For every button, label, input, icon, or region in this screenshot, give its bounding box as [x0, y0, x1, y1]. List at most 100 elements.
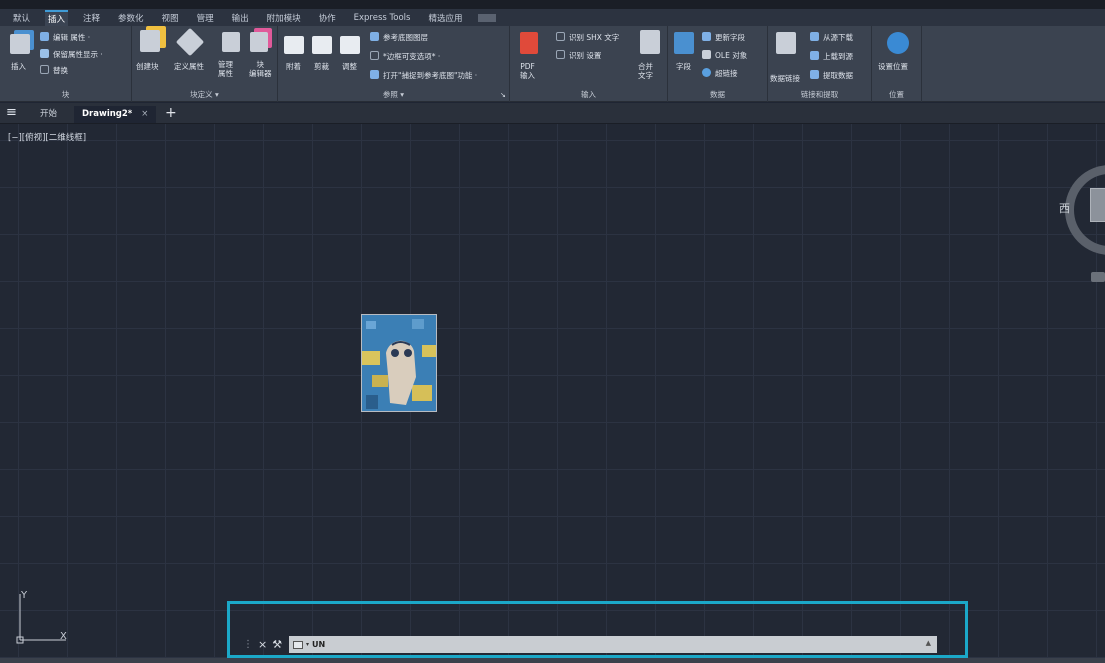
drawing-canvas[interactable] — [0, 124, 1105, 663]
command-line-tools: ⋮ × ⚒ — [243, 635, 289, 654]
panel-launcher-icon[interactable]: ↘ — [500, 91, 506, 100]
tab-insert[interactable]: 插入 — [45, 9, 69, 26]
retain-attr-icon — [40, 49, 49, 58]
download-from-source-button[interactable]: 从源下载 — [823, 33, 853, 42]
tab-view[interactable]: 视图 — [159, 11, 182, 25]
tab-featured-apps[interactable]: 精选应用 — [425, 11, 465, 25]
data-link-button[interactable]: 数据链接 — [770, 74, 800, 83]
ole-object-button[interactable]: OLE 对象 — [715, 51, 747, 60]
tab-addins[interactable]: 附加模块 — [264, 11, 304, 25]
define-attribute-button[interactable]: 定义属性 — [174, 62, 204, 71]
adjust-button[interactable]: 调整 — [342, 62, 357, 71]
hyperlink-button[interactable]: 超链接 — [715, 69, 738, 78]
upload-icon — [810, 51, 819, 60]
underlay-layers-button[interactable]: 参考底图图层 — [383, 33, 428, 42]
clip-button[interactable]: 剪裁 — [314, 62, 329, 71]
edit-attr-icon — [40, 32, 49, 41]
manage-attribute-icon — [222, 32, 240, 52]
extract-data-button[interactable]: 提取数据 — [823, 71, 853, 80]
insert-button[interactable]: 插入 — [11, 62, 26, 71]
recent-commands-icon[interactable] — [293, 640, 303, 649]
ole-object-icon — [702, 50, 711, 59]
globe-icon — [887, 32, 909, 54]
navigation-bar-icon[interactable] — [1091, 272, 1105, 282]
edit-attribute-button[interactable]: 编辑 属性 · — [53, 33, 90, 42]
attached-raster-image[interactable] — [361, 314, 437, 412]
viewcube-face[interactable] — [1090, 188, 1105, 222]
panel-import: PDF 输入 识别 SHX 文字 识别 设置 合并 文字 输入 — [510, 26, 668, 102]
panel-title-location: 位置 — [889, 90, 904, 99]
panel-title-linking: 链接和提取 — [800, 90, 839, 99]
update-fields-button[interactable]: 更新字段 — [715, 33, 745, 42]
command-input-value[interactable]: UN — [312, 640, 325, 649]
panel-title-block: 块 — [61, 90, 70, 99]
adjust-icon — [340, 36, 360, 54]
snap-underlay-icon — [370, 70, 379, 79]
combine-text-icon — [640, 30, 660, 54]
attach-button[interactable]: 附着 — [286, 62, 301, 71]
recognize-shx-icon — [556, 32, 565, 41]
field-button[interactable]: 字段 — [676, 62, 691, 71]
data-link-icon — [776, 32, 796, 54]
manage-attributes-button[interactable]: 管理 属性 — [218, 60, 233, 78]
tab-manage[interactable]: 管理 — [194, 11, 217, 25]
create-block-button[interactable]: 创建块 — [136, 62, 159, 71]
insert-block-icon[interactable] — [10, 34, 30, 54]
panel-data: 字段 更新字段 OLE 对象 超链接 数据 — [668, 26, 768, 102]
panel-block: 插入 编辑 属性 · 保留属性显示 · 替换 块 — [0, 26, 132, 102]
panel-reference: 附着 剪裁 调整 参考底图图层 *边框可变选项* · 打开"捕捉到参考底图"功能… — [278, 26, 510, 102]
command-line: ⋮ × ⚒ ▾ UN ▲ — [243, 635, 937, 654]
tab-default[interactable]: 默认 — [10, 11, 33, 25]
dropdown-arrow-icon[interactable]: ▾ — [306, 641, 309, 648]
block-editor-button[interactable]: 块编辑器 — [249, 60, 272, 78]
drag-handle-icon[interactable]: ⋮ — [243, 639, 253, 650]
pdf-import-icon — [520, 32, 538, 54]
panel-title-reference: 参照 ▾ — [382, 90, 405, 99]
extract-data-icon — [810, 70, 819, 79]
tab-output[interactable]: 输出 — [229, 11, 252, 25]
tab-drawing2[interactable]: Drawing2* × — [74, 106, 157, 123]
retain-attribute-display-button[interactable]: 保留属性显示 · — [53, 50, 103, 59]
tab-start[interactable]: 开始 — [40, 106, 57, 123]
frame-vary-dropdown[interactable]: *边框可变选项* · — [383, 52, 440, 61]
title-strip — [0, 0, 1105, 9]
attach-icon — [284, 36, 304, 54]
panel-block-definition: 创建块 定义属性 管理 属性 块编辑器 块定义 ▾ — [132, 26, 278, 102]
snap-to-underlay-dropdown[interactable]: 打开"捕捉到参考底图"功能 · — [383, 71, 477, 80]
panel-title-data: 数据 — [710, 90, 725, 99]
hamburger-menu-icon[interactable]: ≡ — [6, 106, 20, 120]
close-command-line-icon[interactable]: × — [258, 638, 267, 651]
customize-wrench-icon[interactable]: ⚒ — [272, 638, 282, 651]
ribbon-panel-area: 插入 编辑 属性 · 保留属性显示 · 替换 块 创建块 定义属性 管理 属性 块… — [0, 26, 1105, 102]
tab-express-tools[interactable]: Express Tools — [351, 12, 414, 24]
upload-to-source-button[interactable]: 上载到源 — [823, 52, 853, 61]
hyperlink-icon — [702, 68, 711, 77]
ucs-y-label: Y — [20, 590, 28, 601]
tab-annotate[interactable]: 注释 — [80, 11, 103, 25]
block-editor-icon — [250, 32, 268, 52]
combine-text-button[interactable]: 合并 文字 — [638, 62, 653, 80]
replace-icon — [40, 65, 49, 74]
underlay-layers-icon — [370, 32, 379, 41]
expand-history-icon[interactable]: ▲ — [926, 639, 931, 647]
panel-title-block-definition: 块定义 ▾ — [190, 90, 219, 99]
recognize-shx-button[interactable]: 识别 SHX 文字 — [569, 33, 619, 42]
pdf-import-button[interactable]: PDF 输入 — [520, 62, 535, 80]
viewcube-west-label[interactable]: 西 — [1059, 200, 1070, 216]
panel-location: 设置位置 位置 — [872, 26, 922, 102]
viewport-controls-label[interactable]: [−][俯视][二维线框] — [8, 131, 86, 143]
add-tab-icon[interactable]: + — [165, 106, 177, 123]
tab-parametric[interactable]: 参数化 — [115, 11, 147, 25]
create-block-icon — [140, 30, 160, 52]
ucs-icon: Y X — [16, 590, 67, 644]
file-tab-bar: ≡ 开始 Drawing2* × + — [0, 103, 1105, 124]
recognize-settings-button[interactable]: 识别 设置 — [569, 51, 601, 60]
replace-button[interactable]: 替换 — [53, 66, 68, 75]
ribbon-tab-bar: 默认 插入 注释 参数化 视图 管理 输出 附加模块 协作 Express To… — [0, 9, 1105, 26]
set-location-button[interactable]: 设置位置 — [878, 62, 908, 71]
command-input-box[interactable]: ▾ UN ▲ — [289, 636, 937, 653]
close-tab-icon[interactable]: × — [141, 109, 148, 119]
ribbon-options-icon[interactable] — [477, 13, 496, 22]
tab-collaborate[interactable]: 协作 — [316, 11, 339, 25]
clip-icon — [312, 36, 332, 54]
